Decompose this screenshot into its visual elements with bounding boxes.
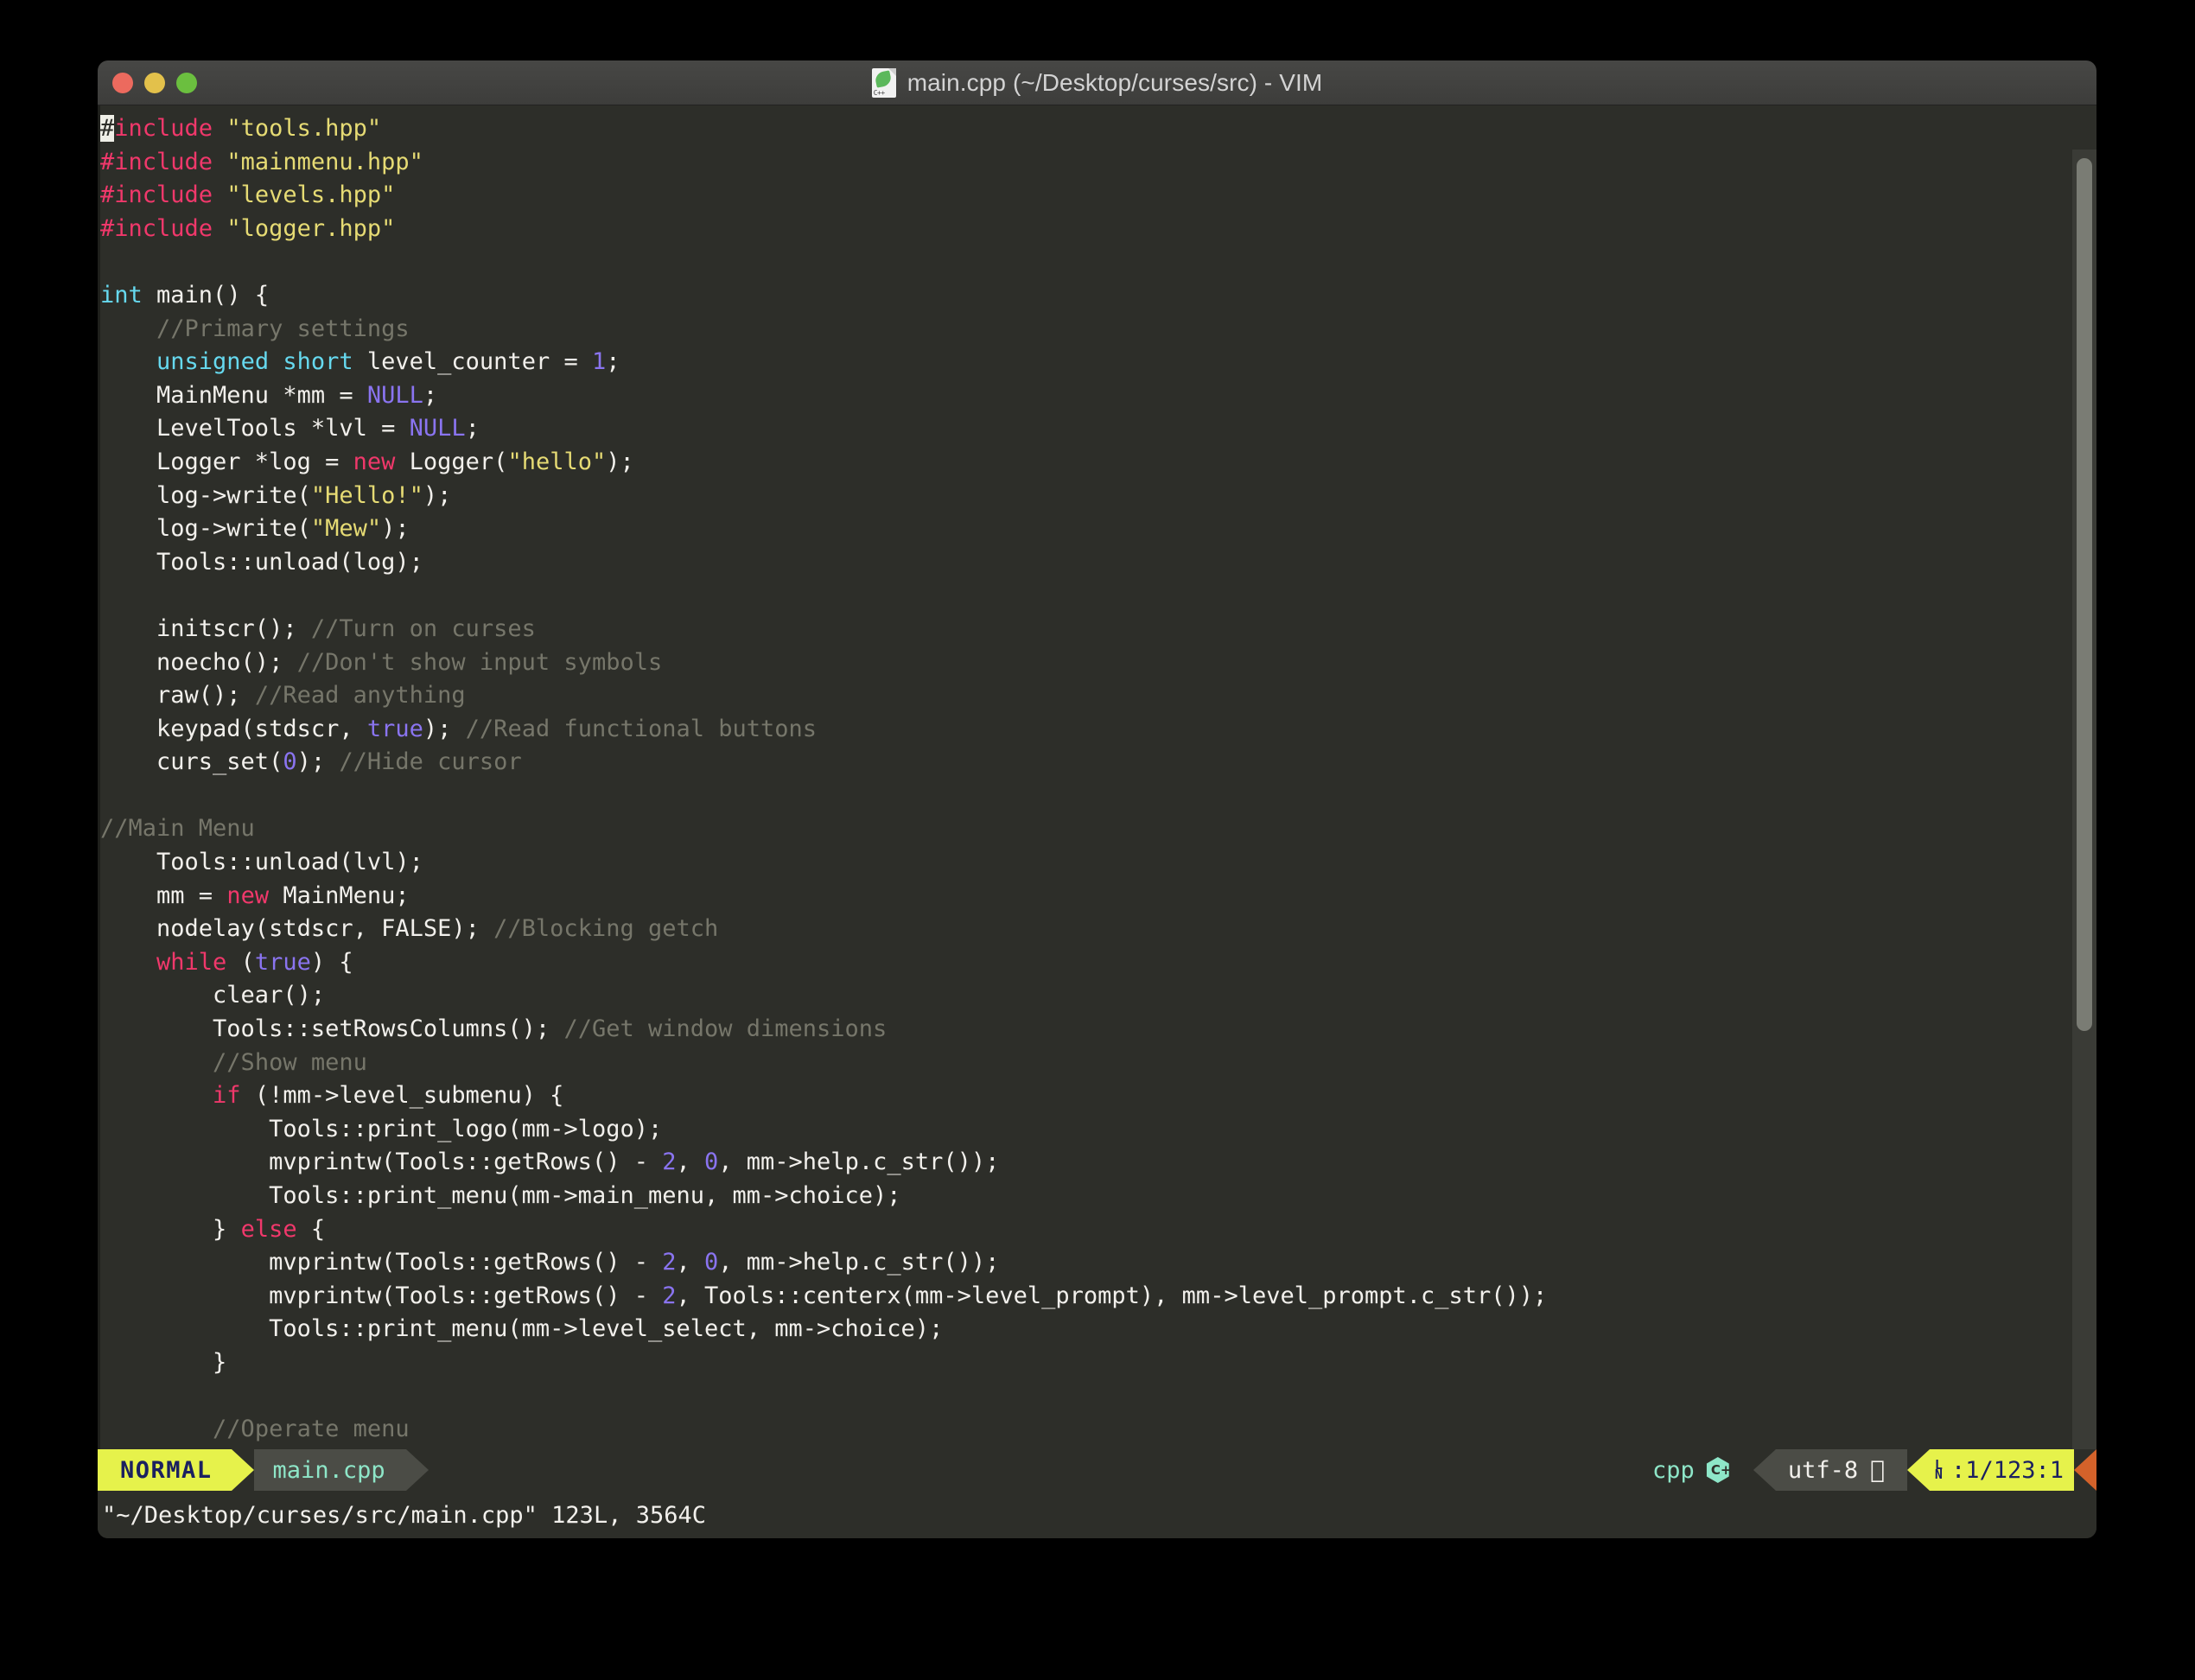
code-line: #include "mainmenu.hpp" [100,148,423,175]
code-line: Tools::setRowsColumns(); //Get window di… [100,1015,888,1043]
code-line: log->write("Mew"); [100,515,410,543]
status-filetype: cpp C+ [1644,1449,1753,1491]
code-line: nodelay(stdscr, FALSE); //Blocking getch [100,915,719,943]
code-line: #include "tools.hpp" [100,115,382,142]
code-line: } else { [100,1215,326,1243]
code-line: Tools::unload(log); [100,548,423,576]
window-title: main.cpp (~/Desktop/curses/src) - VIM [907,68,1323,96]
code-line: LevelTools *lvl = NULL; [100,415,480,442]
code-line: MainMenu *mm = NULL; [100,381,438,409]
code-line: unsigned short level_counter = 1; [156,348,620,376]
code-line: if (!mm->level_submenu) { [213,1082,564,1110]
code-line: //Main Menu [100,815,255,843]
code-line: noecho(); //Don't show input symbols [100,648,663,676]
status-position-label: :1/123:1 [1950,1456,2064,1484]
code-line: mvprintw(Tools::getRows() - 2, Tools::ce… [100,1282,1548,1309]
code-line: #include "levels.hpp" [100,181,396,209]
code-line: Tools::print_menu(mm->main_menu, mm->cho… [100,1182,901,1209]
close-window-button[interactable] [112,72,133,93]
minimize-window-button[interactable] [144,72,165,93]
status-encoding: utf-8  [1775,1449,1907,1491]
code-line: log->write("Hello!"); [100,481,452,509]
code-line: //Show menu [213,1048,367,1076]
code-line: //Primary settings [156,315,410,342]
code-line: mm = new MainMenu; [100,881,410,909]
code-line: initscr(); //Turn on curses [100,614,536,642]
code-line: while (true) { [156,948,353,976]
apple-icon:  [1870,1458,1885,1482]
code-line: #include "logger.hpp" [100,214,396,242]
maximize-window-button[interactable] [176,72,197,93]
code-line: Tools::print_menu(mm->level_select, mm->… [100,1315,944,1343]
editor-area[interactable]: #include "tools.hpp" #include "mainmenu.h… [98,105,2096,1449]
code-line: Tools::unload(lvl); [100,849,423,876]
window-controls [112,60,197,105]
status-end-arrow-icon [2074,1449,2096,1491]
position-separator-arrow-icon [1906,1449,1930,1491]
vim-cursor: # [100,115,115,142]
code-text[interactable]: #include "tools.hpp" #include "mainmenu.h… [98,112,2042,1449]
title-bar: C++ main.cpp (~/Desktop/curses/src) - VI… [98,60,2096,105]
code-line: Tools::print_logo(mm->logo); [100,1115,663,1142]
vertical-scrollbar[interactable] [2072,150,2096,1449]
code-line: clear(); [100,982,326,1009]
mode-separator-arrow-icon [231,1449,254,1491]
cpp-file-icon: C++ [871,67,896,98]
code-line: raw(); //Read anything [100,682,466,710]
code-line: keypad(stdscr, true); //Read functional … [100,715,818,742]
scrollbar-thumb[interactable] [2077,158,2092,1031]
code-line: mvprintw(Tools::getRows() - 2, 0, mm->he… [100,1149,1000,1176]
code-line: curs_set(0); //Hide cursor [100,748,522,776]
encoding-separator-arrow-icon [1753,1449,1776,1491]
status-position: LN :1/123:1 [1929,1449,2074,1491]
filename-separator-arrow-icon [405,1449,429,1491]
code-line: } [100,1348,227,1376]
code-line: int main() { [100,281,270,309]
code-line: mvprintw(Tools::getRows() - 2, 0, mm->he… [100,1249,1000,1276]
vim-window: C++ main.cpp (~/Desktop/curses/src) - VI… [98,60,2096,1538]
status-encoding-label: utf-8 [1787,1456,1859,1484]
status-filetype-label: cpp [1652,1456,1695,1484]
status-spacer [428,1449,1645,1491]
command-line[interactable]: "~/Desktop/curses/src/main.cpp" 123L, 35… [98,1491,2096,1538]
status-line: NORMAL main.cpp cpp C+ utf-8  LN :1/123… [98,1449,2096,1491]
code-line: //Operate menu [213,1416,410,1443]
cpp-hexagon-icon: C+ [1705,1457,1731,1483]
status-mode: NORMAL [98,1449,232,1491]
line-number-icon: LN [1934,1457,1943,1482]
code-line: Logger *log = new Logger("hello"); [100,448,634,475]
title-group: C++ main.cpp (~/Desktop/curses/src) - VI… [871,67,1323,98]
status-filename: main.cpp [253,1449,406,1491]
